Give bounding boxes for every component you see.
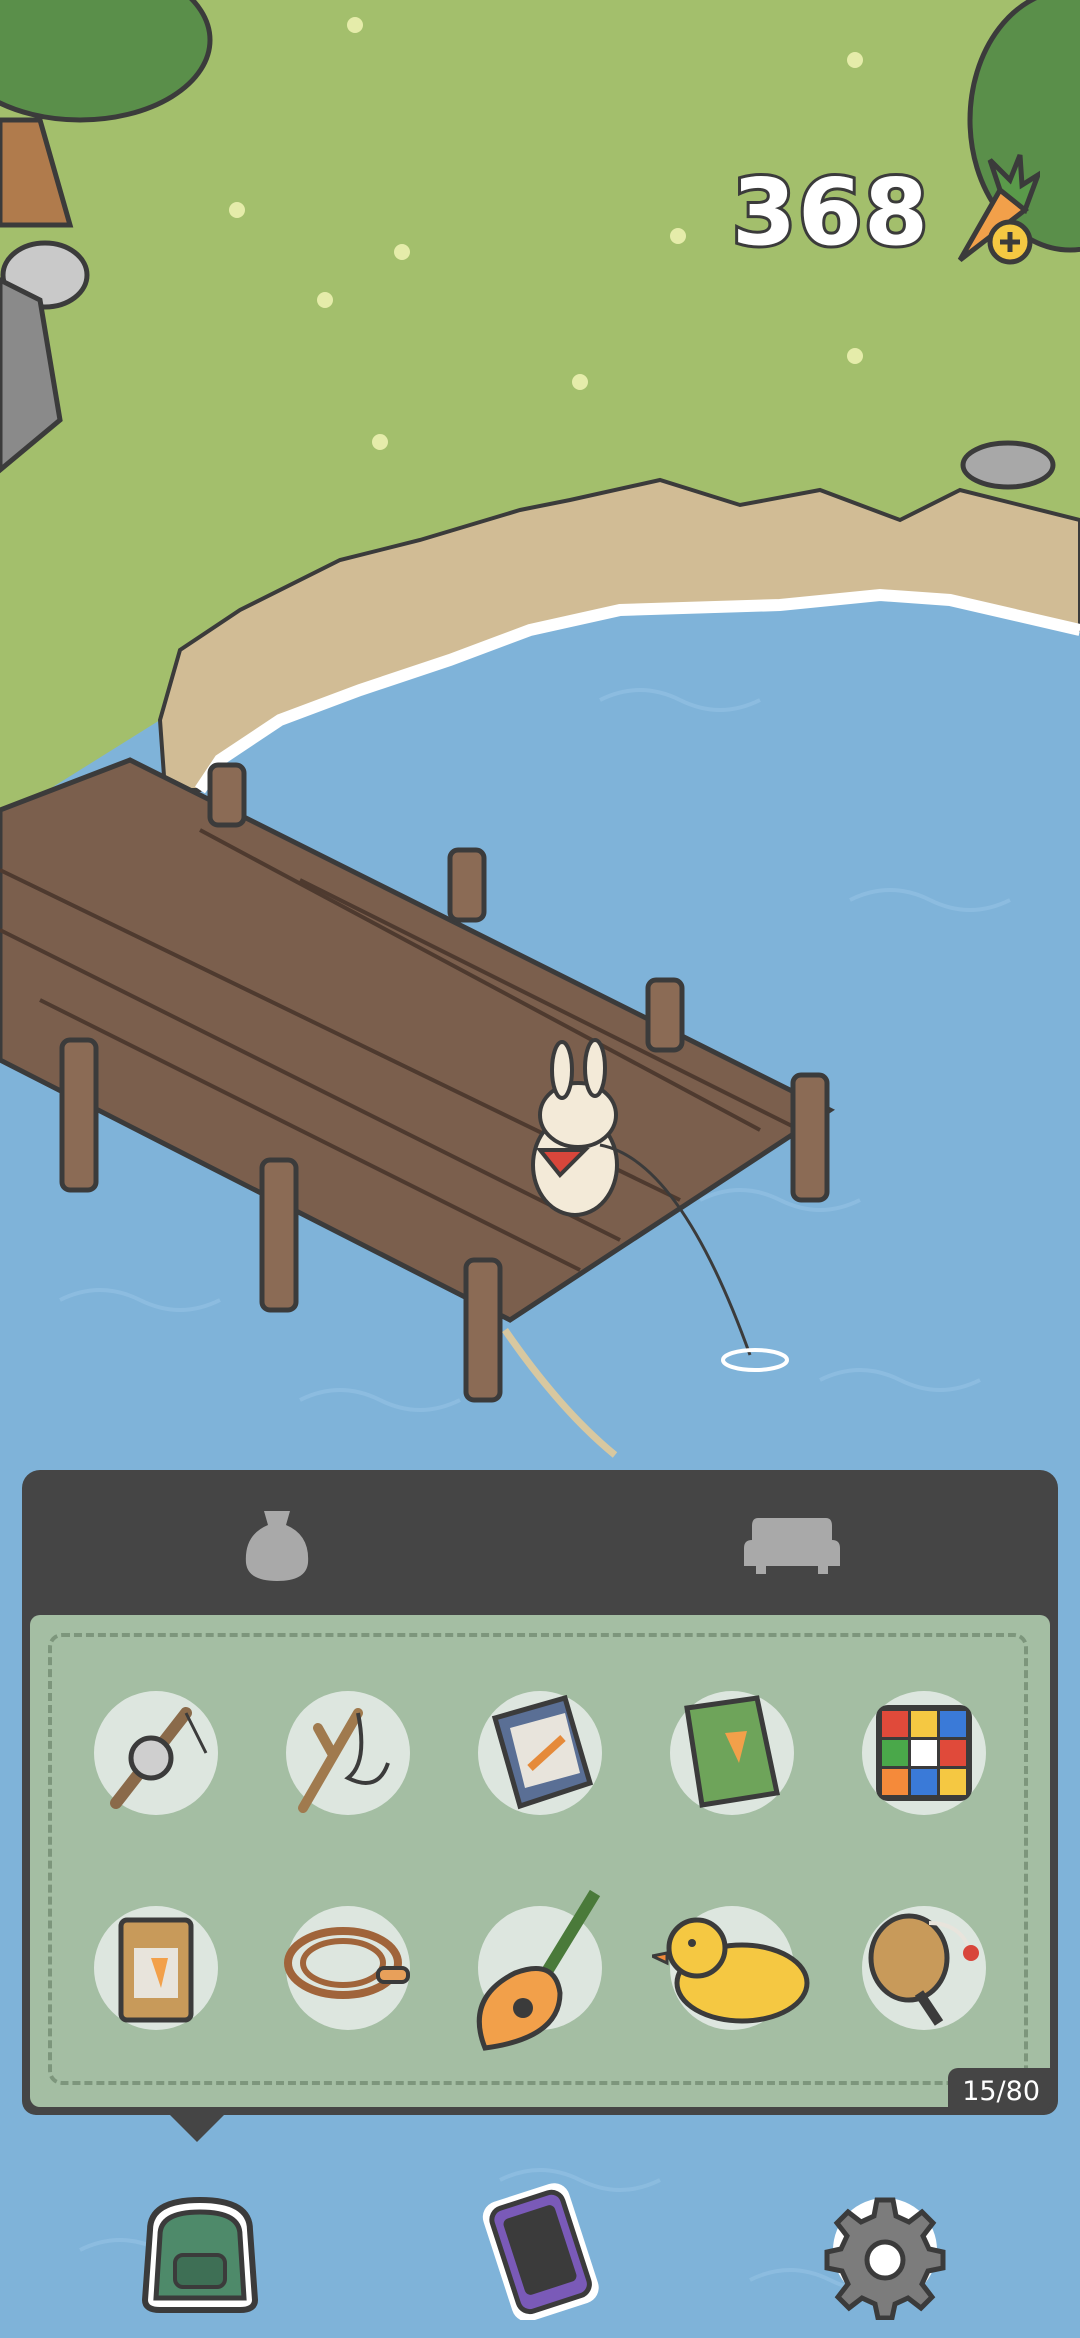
inventory-slot-6[interactable]: [60, 1860, 252, 2075]
tab-furniture[interactable]: [737, 1490, 847, 1595]
inventory-slot-4[interactable]: [636, 1645, 828, 1860]
backpack-button[interactable]: [130, 2180, 270, 2320]
inventory-count: 15/80: [948, 2068, 1050, 2113]
carrot-count: 368: [729, 156, 931, 269]
inventory-panel: 15/80: [22, 1470, 1058, 2115]
backpack-icon: [141, 2196, 259, 2313]
inventory-tabs: [22, 1470, 1058, 1615]
carrot-counter[interactable]: 368: [729, 150, 1043, 274]
guitar-icon: [476, 1889, 601, 2051]
inventory-slot-9[interactable]: [636, 1860, 828, 2075]
inventory-slot-3[interactable]: [444, 1645, 636, 1860]
rubiks-cube-icon: [876, 1704, 972, 1801]
jump-rope-icon: [284, 1926, 410, 1999]
rubber-duck-icon: [652, 1917, 810, 2023]
rock-right: [960, 440, 1056, 490]
maraca-icon: [868, 1913, 979, 2026]
inventory-body: 15/80: [22, 1615, 1058, 2115]
settings-button[interactable]: [815, 2180, 955, 2320]
inventory-slot-7[interactable]: [252, 1860, 444, 2075]
gear-icon: [824, 2197, 946, 2320]
slingshot-icon: [298, 1707, 390, 1813]
inventory-slot-5[interactable]: [828, 1645, 1020, 1860]
inventory-grid: [60, 1645, 1020, 2075]
inventory-slot-2[interactable]: [252, 1645, 444, 1860]
inventory-slot-1[interactable]: [60, 1645, 252, 1860]
inventory-slot-10[interactable]: [828, 1860, 1020, 2075]
inventory-slot-8[interactable]: [444, 1860, 636, 2075]
inventory-grid-area: 15/80: [30, 1615, 1050, 2113]
panel-pointer: [165, 2110, 229, 2142]
notepad-icon: [491, 1694, 594, 1809]
fishing-reel-icon: [110, 1706, 208, 1809]
carrot-plus-icon[interactable]: [940, 150, 1043, 274]
phone-icon: [482, 2183, 599, 2320]
carrot-book-icon: [684, 1694, 780, 1808]
tab-bag[interactable]: [222, 1490, 332, 1595]
sofa-icon: [744, 1517, 840, 1574]
bag-icon: [245, 1510, 309, 1581]
phone-button[interactable]: [470, 2180, 610, 2320]
seed-packet-icon: [118, 1917, 194, 2022]
